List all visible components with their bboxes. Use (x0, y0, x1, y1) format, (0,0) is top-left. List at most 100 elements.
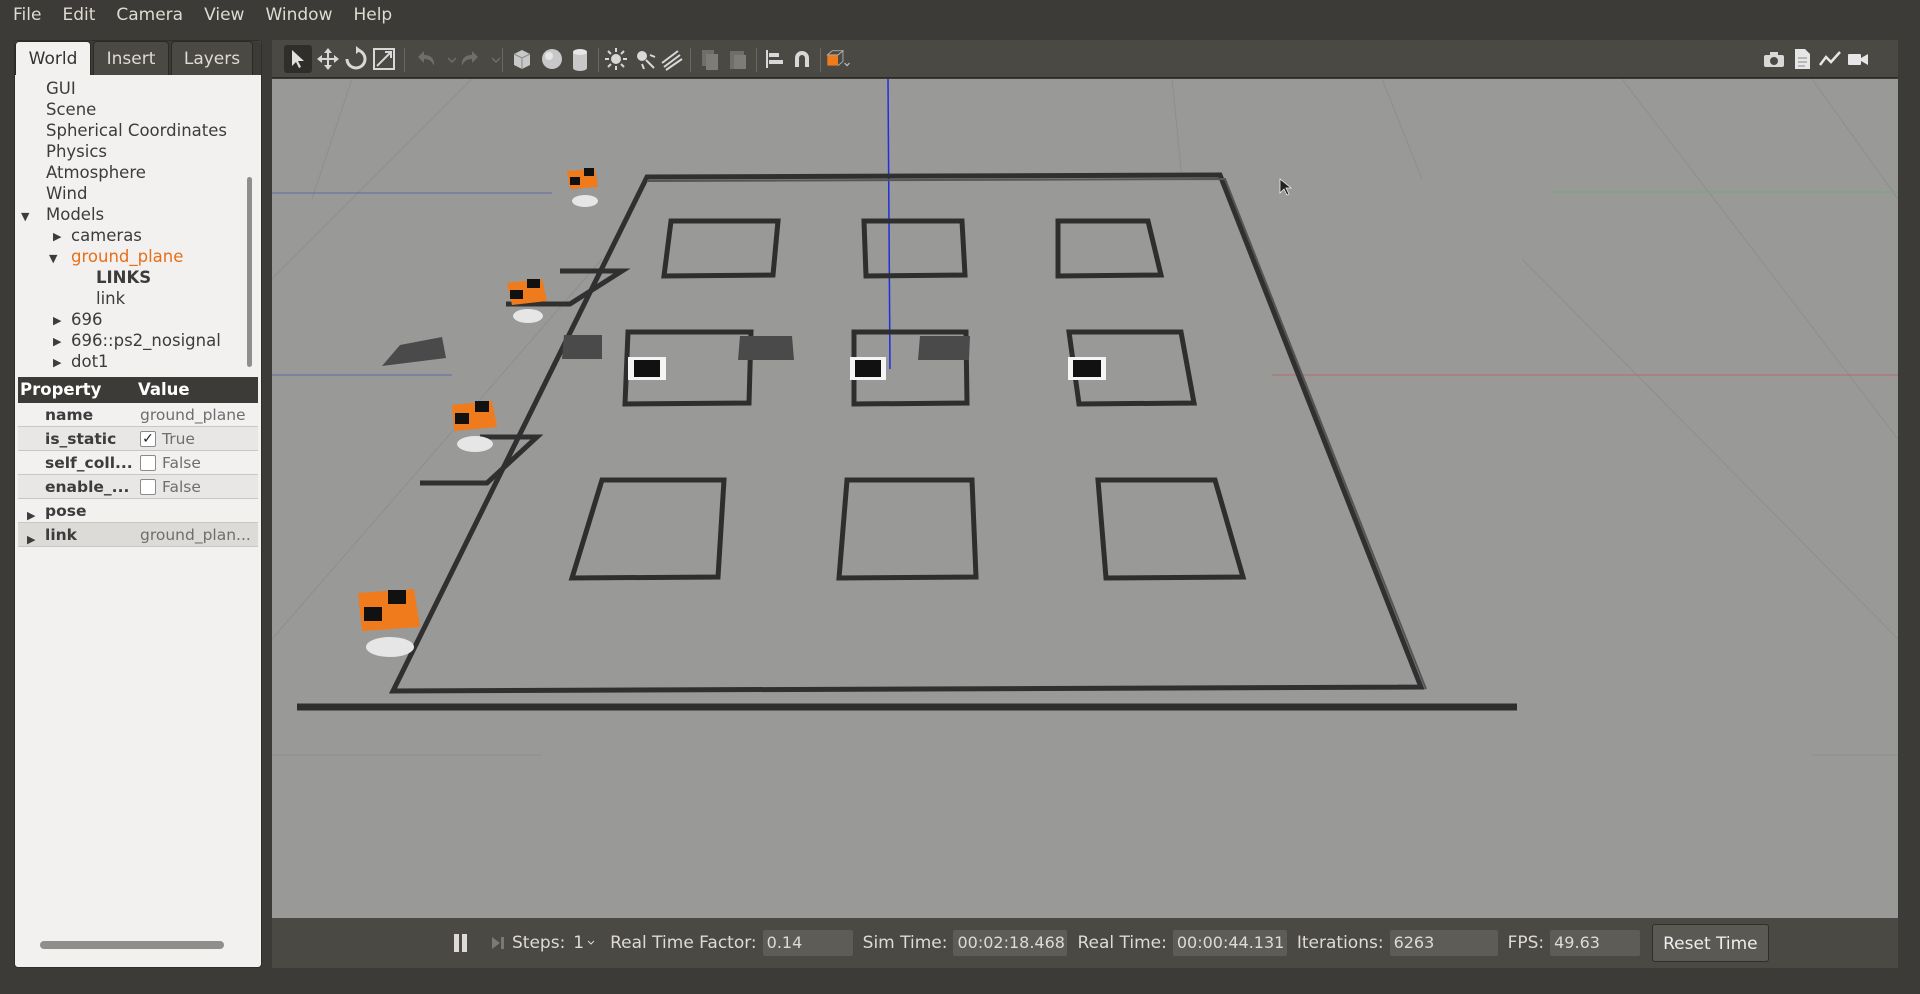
tree-item-696[interactable]: 696 (71, 310, 103, 329)
collapsed-arrow-icon[interactable]: ▶ (53, 230, 61, 243)
menu-view[interactable]: View (191, 0, 252, 30)
chevron-down-icon (491, 57, 501, 64)
fps-label: FPS: (1507, 933, 1545, 953)
robot[interactable] (452, 401, 497, 452)
directional-light-button[interactable] (658, 45, 686, 73)
checkbox-checked[interactable]: ✓ (140, 430, 156, 447)
select-mode-button[interactable] (284, 45, 312, 73)
align-button[interactable] (760, 45, 788, 73)
tree-item-wind[interactable]: Wind (46, 184, 87, 203)
spot-light-button[interactable] (630, 45, 658, 73)
tree-item-models[interactable]: Models (46, 205, 104, 224)
screenshot-button[interactable] (1760, 45, 1784, 73)
menu-window[interactable]: Window (252, 0, 340, 30)
sim-time-value: 00:02:18.468 (953, 930, 1068, 956)
menu-help[interactable]: Help (340, 0, 400, 30)
snap-button[interactable] (788, 45, 816, 73)
collapsed-arrow-icon[interactable]: ▶ (53, 314, 61, 327)
step-forward-icon[interactable] (490, 934, 506, 952)
tree-item-link[interactable]: link (96, 289, 125, 308)
point-light-button[interactable] (602, 45, 630, 73)
property-row-is-static[interactable]: is_static ✓ True (18, 427, 258, 451)
property-value-cell: False (136, 451, 258, 474)
tree-item-696-ps2-nosignal[interactable]: 696::ps2_nosignal (71, 331, 221, 350)
log-button[interactable] (1788, 45, 1812, 73)
tree-item-atmosphere[interactable]: Atmosphere (46, 163, 146, 182)
menu-file[interactable]: File (0, 0, 49, 30)
robot[interactable] (358, 589, 420, 657)
steps-value[interactable]: 1 (573, 933, 584, 953)
property-value: True (162, 429, 195, 448)
undo-icon (418, 51, 435, 66)
change-view-button[interactable] (824, 45, 858, 73)
insert-sphere-button[interactable] (538, 45, 566, 73)
panel-horizontal-scrollbar[interactable] (40, 941, 224, 949)
steps-label: Steps: (512, 933, 566, 953)
chevron-down-icon[interactable] (586, 938, 596, 948)
undo-dropdown[interactable] (438, 45, 457, 73)
rotate-mode-button[interactable] (342, 45, 370, 73)
scale-icon (373, 48, 395, 70)
tab-layers[interactable]: Layers (171, 41, 253, 75)
redo-button[interactable] (456, 45, 484, 73)
tree-item-scene[interactable]: Scene (46, 100, 96, 119)
checkbox-unchecked[interactable] (140, 454, 156, 471)
plot-icon (1819, 51, 1841, 66)
tree-item-ground-plane[interactable]: ground_plane (71, 247, 183, 266)
iterations-label: Iterations: (1296, 933, 1384, 953)
menu-bar: File Edit Camera View Window Help (0, 0, 1920, 30)
expanded-arrow-icon[interactable]: ▼ (21, 210, 29, 223)
property-key: ▶ pose (18, 499, 136, 522)
property-row-link[interactable]: ▶ link ground_plan... (18, 523, 258, 547)
tab-insert[interactable]: Insert (93, 41, 169, 75)
menu-edit[interactable]: Edit (49, 0, 103, 30)
property-row-name[interactable]: name ground_plane (18, 403, 258, 427)
menu-camera[interactable]: Camera (103, 0, 191, 30)
paste-button[interactable] (724, 45, 752, 73)
sim-time-label: Sim Time: (862, 933, 948, 953)
expanded-arrow-icon[interactable]: ▼ (49, 252, 57, 265)
tab-world[interactable]: World (15, 41, 91, 75)
property-row-self-collide[interactable]: self_coll... False (18, 451, 258, 475)
real-time-factor-value: 0.14 (762, 930, 853, 956)
pause-button[interactable] (452, 934, 468, 952)
undo-button[interactable] (412, 45, 440, 73)
value-column-header: Value (138, 380, 190, 399)
scale-mode-button[interactable] (370, 45, 398, 73)
tree-item-spherical-coordinates[interactable]: Spherical Coordinates (46, 121, 227, 140)
tree-item-gui[interactable]: GUI (46, 79, 76, 98)
property-row-pose[interactable]: ▶ pose (18, 499, 258, 523)
scene-render[interactable] (272, 79, 1898, 920)
reset-time-button[interactable]: Reset Time (1652, 924, 1769, 962)
world-tree: GUI Scene Spherical Coordinates Physics … (15, 77, 261, 407)
checkbox-unchecked[interactable] (140, 478, 156, 495)
tree-item-dot1[interactable]: dot1 (71, 352, 109, 371)
record-video-button[interactable] (1844, 45, 1868, 73)
arrow-pointer-icon (292, 50, 304, 68)
collapsed-arrow-icon[interactable]: ▶ (27, 528, 35, 546)
robot[interactable] (567, 168, 598, 207)
copy-button[interactable] (696, 45, 724, 73)
redo-dropdown[interactable] (482, 45, 501, 73)
redo-icon (461, 51, 478, 66)
property-row-enable-wind[interactable]: enable_... False (18, 475, 258, 499)
plot-button[interactable] (1816, 45, 1841, 73)
robot[interactable] (507, 279, 547, 323)
property-key: self_coll... (45, 454, 133, 472)
3d-viewport[interactable] (272, 79, 1898, 920)
collapsed-arrow-icon[interactable]: ▶ (53, 335, 61, 348)
tree-item-physics[interactable]: Physics (46, 142, 107, 161)
tree-scrollbar[interactable] (247, 177, 252, 367)
left-panel: World Insert Layers GUI Scene Spherical … (14, 40, 262, 968)
log-document-icon (1795, 49, 1810, 69)
insert-box-button[interactable] (508, 45, 536, 73)
collapsed-arrow-icon[interactable]: ▶ (53, 356, 61, 369)
collapsed-arrow-icon[interactable]: ▶ (27, 504, 35, 522)
directional-light-icon (661, 50, 683, 71)
point-light-icon (605, 48, 627, 70)
tree-item-cameras[interactable]: cameras (71, 226, 142, 245)
floor-markers (628, 357, 1106, 380)
fps-value: 49.63 (1550, 930, 1641, 956)
translate-mode-button[interactable] (314, 45, 342, 73)
insert-cylinder-button[interactable] (566, 45, 594, 73)
